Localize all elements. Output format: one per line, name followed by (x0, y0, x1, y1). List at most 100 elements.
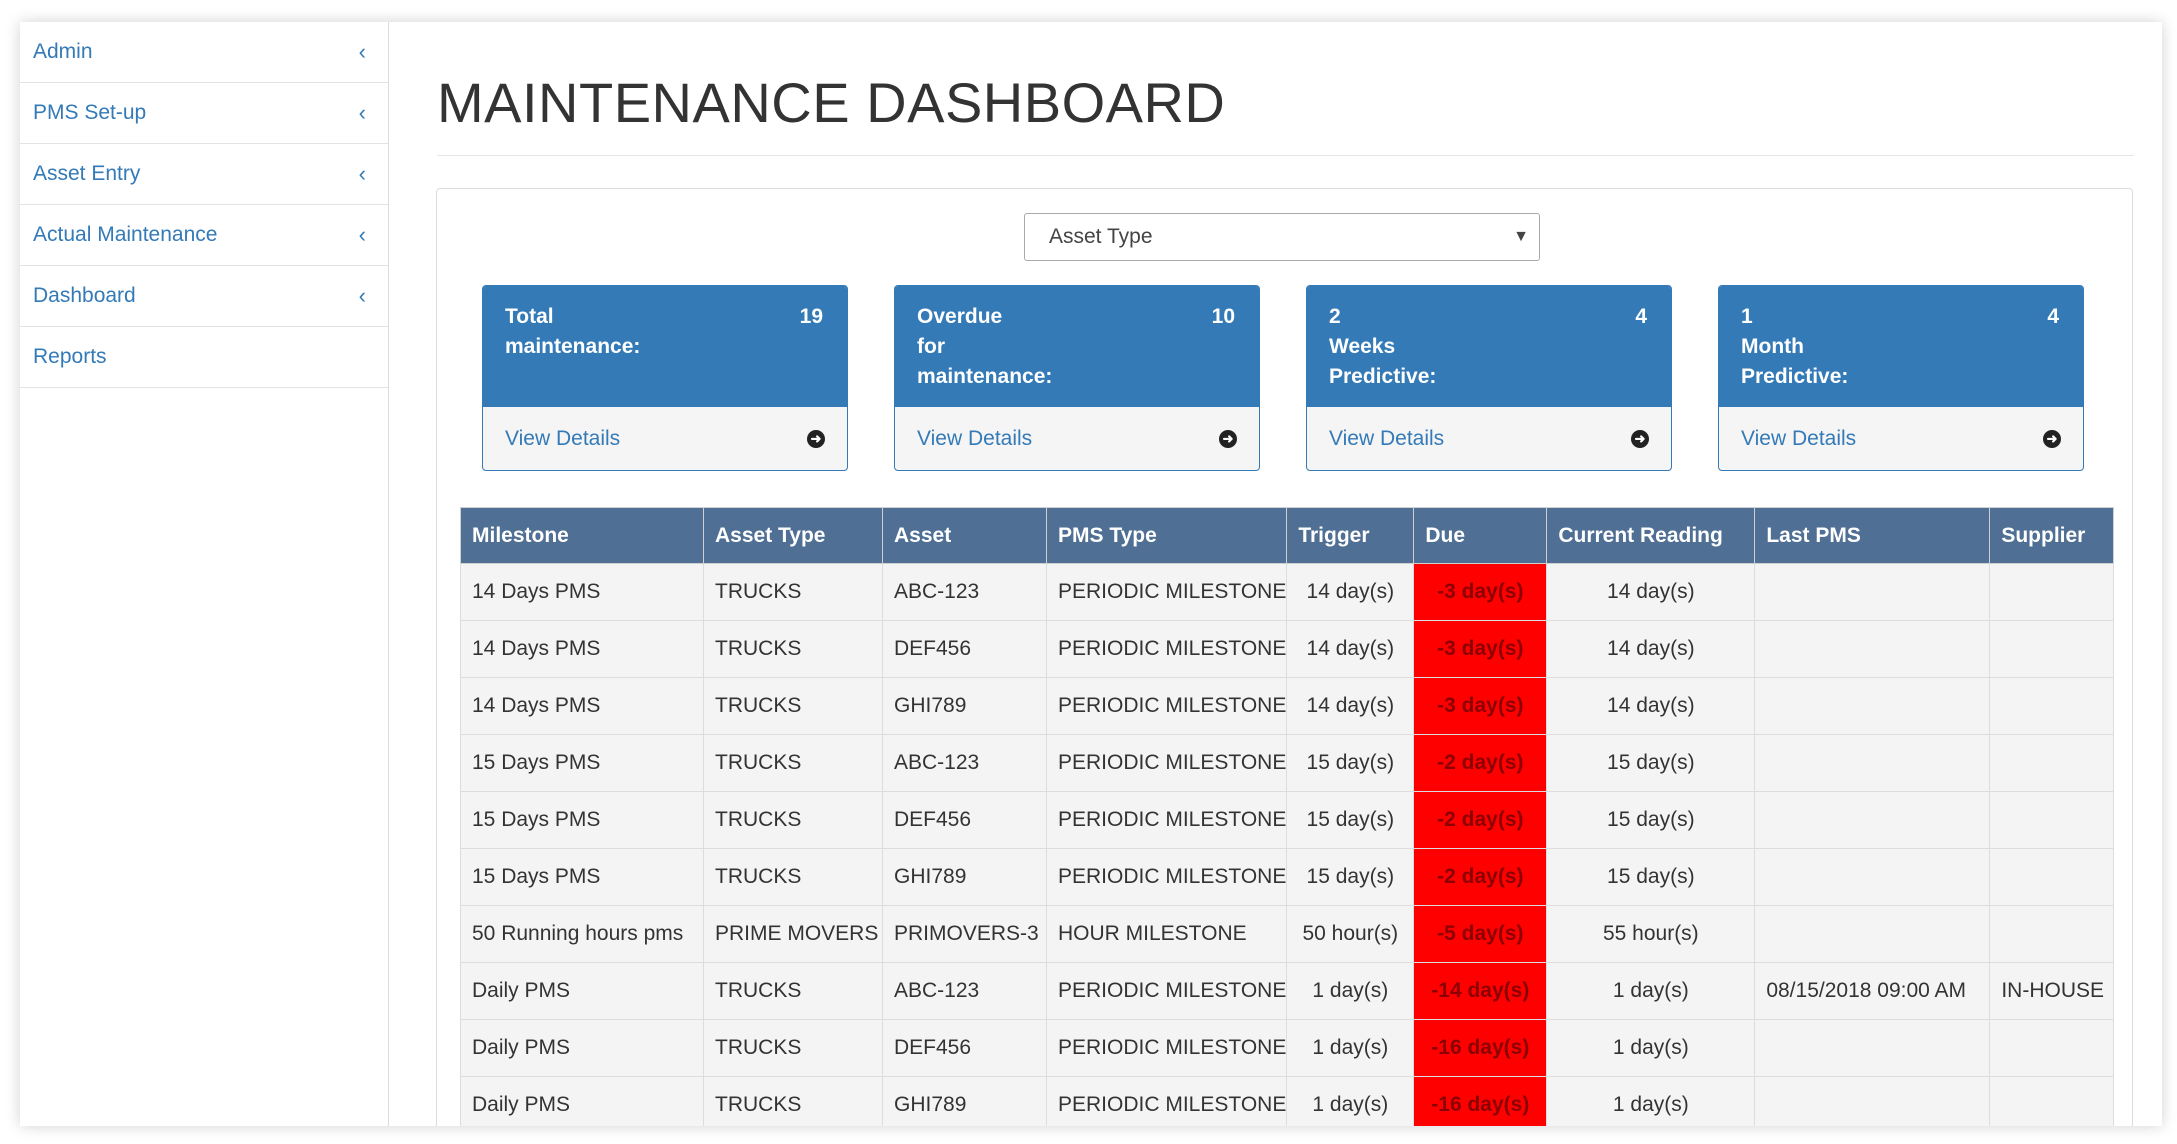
page-title: MAINTENANCE DASHBOARD (437, 71, 1226, 134)
card-label: 1 Month Predictive: (1741, 305, 1849, 388)
current-reading-cell: 15 day(s) (1546, 848, 1756, 906)
table-row[interactable]: Daily PMS TRUCKS DEF456 PERIODIC MILESTONE 1… (460, 1019, 2115, 1077)
table-row[interactable]: 14 Days PMS TRUCKS ABC-123 PERIODIC MILESTO… (460, 563, 2115, 621)
due-cell: -3 day(s) (1413, 563, 1548, 621)
milestone-cell: 15 Days PMS (460, 848, 704, 906)
sidebar-item-label: Asset Entry (33, 162, 141, 185)
current-reading-cell: 1 day(s) (1546, 962, 1756, 1020)
maintenance-table: Milestone Asset Type Asset PMS Type Trig… (460, 507, 2115, 1126)
dashboard-panel: Asset Type ▼ Total maintenance: 19 View … (436, 188, 2133, 1126)
asset-type-select-value: Asset Type (1049, 225, 1153, 248)
app-window: Admin ‹ PMS Set-up ‹ Asset Entry ‹ Actua… (20, 22, 2162, 1126)
supplier-cell (1989, 848, 2115, 906)
asset-type-select[interactable]: Asset Type ▼ (1024, 213, 1540, 261)
asset-type-cell: PRIME MOVERS (703, 905, 883, 963)
main-content: MAINTENANCE DASHBOARD Asset Type ▼ Total… (389, 22, 2162, 1126)
supplier-cell (1989, 791, 2115, 849)
arrow-circle-right-icon: ➜ (1631, 429, 1649, 448)
arrow-circle-right-icon: ➜ (1219, 429, 1237, 448)
asset-type-cell: TRUCKS (703, 734, 883, 792)
milestone-cell: 15 Days PMS (460, 791, 704, 849)
table-row[interactable]: 15 Days PMS TRUCKS DEF456 PERIODIC MILESTON… (460, 791, 2115, 849)
card-1-month-predictive: 1 Month Predictive: 4 View Details ➜ (1718, 285, 2084, 471)
pms-type-cell: PERIODIC MILESTONE (1045, 962, 1288, 1020)
card-header: Overdue for maintenance: 10 (895, 286, 1259, 407)
sidebar-item-dashboard[interactable]: Dashboard ‹ (20, 266, 388, 327)
asset-cell: GHI789 (882, 1076, 1047, 1126)
supplier-cell (1989, 677, 2115, 735)
trigger-cell: 14 day(s) (1286, 563, 1415, 621)
due-cell: -2 day(s) (1413, 848, 1548, 906)
current-reading-cell: 1 day(s) (1546, 1019, 1756, 1077)
due-cell: -16 day(s) (1413, 1076, 1548, 1126)
milestone-cell: 15 Days PMS (460, 734, 704, 792)
column-header[interactable]: Current Reading (1546, 507, 1756, 564)
milestone-cell: Daily PMS (460, 1019, 704, 1077)
asset-type-cell: TRUCKS (703, 1019, 883, 1077)
table-row[interactable]: Daily PMS TRUCKS ABC-123 PERIODIC MILESTONE… (460, 962, 2115, 1020)
chevron-left-icon: ‹ (358, 100, 366, 125)
asset-cell: ABC-123 (882, 563, 1047, 621)
column-header[interactable]: Trigger (1286, 507, 1415, 564)
asset-type-cell: TRUCKS (703, 791, 883, 849)
column-header[interactable]: Supplier (1989, 507, 2115, 564)
trigger-cell: 14 day(s) (1286, 620, 1415, 678)
asset-cell: GHI789 (882, 677, 1047, 735)
card-2-weeks-predictive: 2 Weeks Predictive: 4 View Details ➜ (1306, 285, 1672, 471)
column-header[interactable]: Last PMS (1754, 507, 1991, 564)
asset-type-cell: TRUCKS (703, 563, 883, 621)
view-details-label: View Details (917, 426, 1033, 450)
supplier-cell (1989, 1019, 2115, 1077)
asset-cell: ABC-123 (882, 734, 1047, 792)
card-label: 2 Weeks Predictive: (1329, 305, 1437, 388)
table-row[interactable]: 50 Running hours pms PRIME MOVERS PRIMOVER… (460, 905, 2115, 963)
view-details-link[interactable]: View Details ➜ (1719, 407, 2083, 470)
table-row[interactable]: Daily PMS TRUCKS GHI789 PERIODIC MILESTONE 1… (460, 1076, 2115, 1126)
supplier-cell (1989, 620, 2115, 678)
view-details-link[interactable]: View Details ➜ (895, 407, 1259, 470)
current-reading-cell: 1 day(s) (1546, 1076, 1756, 1126)
sidebar-item-reports[interactable]: Reports (20, 327, 388, 388)
table-row[interactable]: 15 Days PMS TRUCKS GHI789 PERIODIC MILESTON… (460, 848, 2115, 906)
sidebar-item-actual-maintenance[interactable]: Actual Maintenance ‹ (20, 205, 388, 266)
table-row[interactable]: 14 Days PMS TRUCKS GHI789 PERIODIC MILESTON… (460, 677, 2115, 735)
due-cell: -2 day(s) (1413, 791, 1548, 849)
due-cell: -2 day(s) (1413, 734, 1548, 792)
column-header[interactable]: Asset Type (703, 507, 883, 564)
pms-type-cell: PERIODIC MILESTONE (1045, 791, 1288, 849)
table-row[interactable]: 14 Days PMS TRUCKS DEF456 PERIODIC MILESTON… (460, 620, 2115, 678)
column-header[interactable]: Milestone (460, 507, 704, 564)
column-header[interactable]: Due (1413, 507, 1548, 564)
sidebar-item-admin[interactable]: Admin ‹ (20, 22, 388, 83)
caret-down-icon: ▼ (1513, 228, 1529, 245)
column-header[interactable]: Asset (882, 507, 1047, 564)
chevron-left-icon: ‹ (358, 222, 366, 247)
pms-type-cell: PERIODIC MILESTONE (1045, 734, 1288, 792)
trigger-cell: 15 day(s) (1286, 734, 1415, 792)
table-row[interactable]: 15 Days PMS TRUCKS ABC-123 PERIODIC MILESTO… (460, 734, 2115, 792)
asset-type-cell: TRUCKS (703, 962, 883, 1020)
column-header[interactable]: PMS Type (1045, 507, 1288, 564)
card-header: 1 Month Predictive: 4 (1719, 286, 2083, 407)
sidebar-item-asset-entry[interactable]: Asset Entry ‹ (20, 144, 388, 205)
sidebar-item-label: PMS Set-up (33, 101, 147, 124)
view-details-link[interactable]: View Details ➜ (483, 407, 847, 470)
current-reading-cell: 14 day(s) (1546, 620, 1756, 678)
supplier-cell: IN-HOUSE (1989, 962, 2115, 1020)
asset-type-cell: TRUCKS (703, 620, 883, 678)
view-details-label: View Details (1329, 426, 1445, 450)
last-pms-cell (1754, 677, 1991, 735)
pms-type-cell: PERIODIC MILESTONE (1045, 677, 1288, 735)
sidebar-item-label: Reports (33, 345, 107, 368)
view-details-link[interactable]: View Details ➜ (1307, 407, 1671, 470)
trigger-cell: 1 day(s) (1286, 1019, 1415, 1077)
milestone-cell: 14 Days PMS (460, 677, 704, 735)
chevron-left-icon: ‹ (358, 283, 366, 308)
due-cell: -5 day(s) (1413, 905, 1548, 963)
sidebar-item-pms-setup[interactable]: PMS Set-up ‹ (20, 83, 388, 144)
pms-type-cell: PERIODIC MILESTONE (1045, 848, 1288, 906)
supplier-cell (1989, 905, 2115, 963)
last-pms-cell (1754, 1019, 1991, 1077)
milestone-cell: Daily PMS (460, 1076, 704, 1126)
due-cell: -3 day(s) (1413, 620, 1548, 678)
